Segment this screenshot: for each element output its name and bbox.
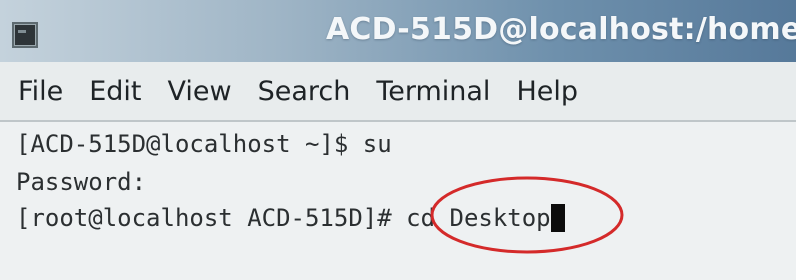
menu-file[interactable]: File	[18, 76, 63, 107]
terminal-output[interactable]: [ACD-515D@localhost ~]$ su Password: [ro…	[0, 122, 796, 280]
highlight-circle-annotation	[430, 176, 624, 254]
menu-bar: File Edit View Search Terminal Help	[0, 62, 796, 122]
menu-view[interactable]: View	[167, 76, 231, 107]
menu-help[interactable]: Help	[516, 76, 578, 107]
menu-edit[interactable]: Edit	[89, 76, 141, 107]
title-bar[interactable]: ACD-515D@localhost:/home/AC	[0, 0, 796, 62]
menu-search[interactable]: Search	[258, 76, 351, 107]
terminal-line: [ACD-515D@localhost ~]$ su	[16, 130, 392, 158]
terminal-app-icon[interactable]	[12, 22, 38, 48]
terminal-line: Password:	[16, 168, 147, 196]
menu-terminal[interactable]: Terminal	[376, 76, 490, 107]
terminal-window: ACD-515D@localhost:/home/AC File Edit Vi…	[0, 0, 796, 280]
window-title: ACD-515D@localhost:/home/AC	[326, 12, 796, 47]
shell-prompt: [root@localhost ACD-515D]#	[16, 204, 407, 232]
